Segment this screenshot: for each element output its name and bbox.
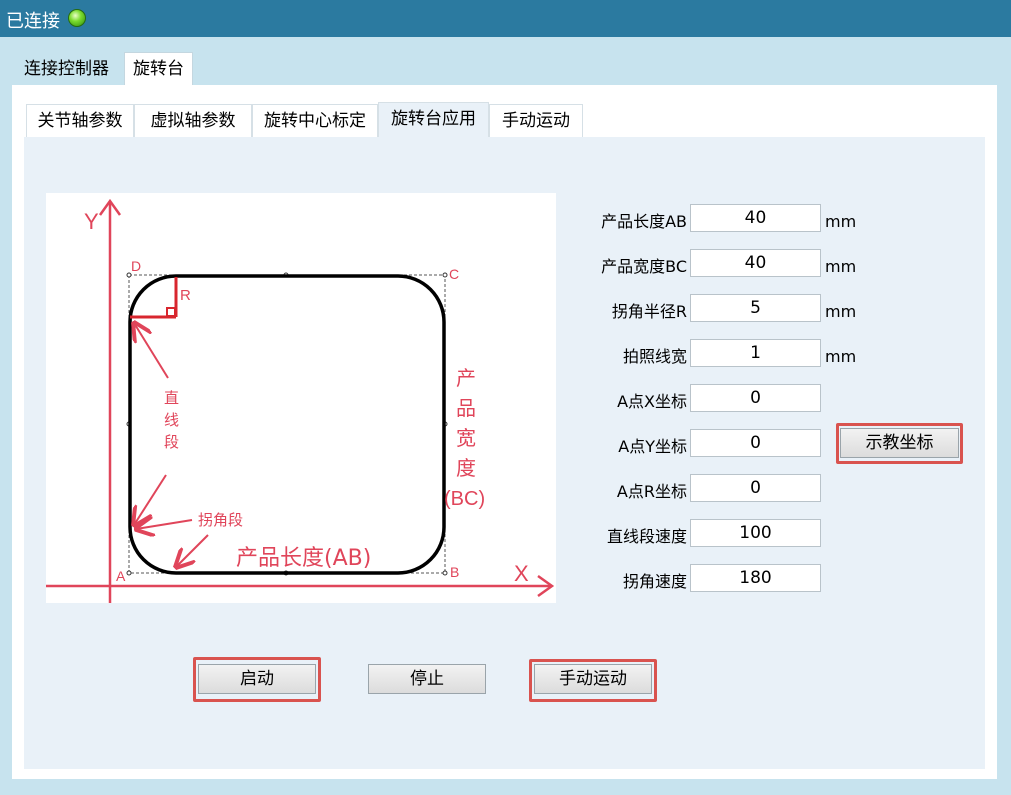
start-button[interactable]: 启动 [198,664,316,694]
photo-linewidth-input[interactable] [690,339,821,367]
teach-coordinates-button[interactable]: 示教坐标 [840,428,959,458]
straight-speed-input[interactable] [690,519,821,547]
corner-segment-label: 拐角段 [198,511,243,529]
width-label-4: 度 [456,456,476,480]
straight-label-1: 直 [164,389,179,407]
status-led-icon [68,9,86,27]
unit-radius: mm [825,302,857,321]
tab-rotation-center-calibration[interactable]: 旋转中心标定 [252,104,378,137]
y-axis-label: Y [84,209,99,234]
tab-rotary-table-application[interactable]: 旋转台应用 [378,102,489,138]
point-a-r-input[interactable] [690,474,821,502]
corner-b-label: B [450,564,459,580]
stop-button[interactable]: 停止 [368,664,486,694]
path-diagram-svg: Y X D C A B R 直 线 段 拐角段 产品长度(AB) 产 品 宽 度… [46,198,555,603]
field-label-straight-speed: 直线段速度 [606,527,687,546]
width-label-3: 宽 [456,426,476,450]
unit-linewidth: mm [825,347,857,366]
corner-radius-input[interactable] [690,294,821,322]
corner-c-label: C [449,266,459,282]
corner-a-label: A [116,568,126,584]
field-label-a-x: A点X坐标 [617,392,687,411]
tab-connect-controller[interactable]: 连接控制器 [16,53,117,85]
product-path-diagram: Y X D C A B R 直 线 段 拐角段 产品长度(AB) 产 品 宽 度… [46,193,556,603]
tab-virtual-axis-params[interactable]: 虚拟轴参数 [134,104,252,137]
field-label-a-r: A点R坐标 [616,482,687,501]
corner-d-label: D [131,258,141,274]
field-label-radius: 拐角半径R [611,302,687,321]
point-a-x-input[interactable] [690,384,821,412]
corner-speed-input[interactable] [690,564,821,592]
field-label-length: 产品长度AB [601,212,687,231]
unit-length: mm [825,212,857,231]
straight-label-3: 段 [164,433,179,451]
field-label-width: 产品宽度BC [601,257,687,276]
radius-label: R [180,287,191,304]
title-bar: 已连接 [0,0,1011,37]
field-label-corner-speed: 拐角速度 [622,572,687,591]
width-bc-input[interactable] [690,249,821,277]
tab-rotary-table[interactable]: 旋转台 [124,52,193,87]
point-a-y-input[interactable] [690,429,821,457]
connection-status: 已连接 [6,11,60,32]
tab-joint-axis-params[interactable]: 关节轴参数 [26,104,134,137]
tab-manual-motion[interactable]: 手动运动 [489,104,583,137]
field-label-a-y: A点Y坐标 [618,437,687,456]
manual-motion-button[interactable]: 手动运动 [534,664,652,694]
width-label-2: 品 [456,396,476,420]
straight-label-2: 线 [164,411,179,429]
width-label-5: (BC) [444,488,485,510]
unit-width: mm [825,257,857,276]
field-label-photo-linewidth: 拍照线宽 [622,347,687,366]
length-ab-input[interactable] [690,204,821,232]
width-label-1: 产 [456,366,476,390]
length-label: 产品长度(AB) [236,546,371,571]
x-axis-label: X [514,561,529,586]
